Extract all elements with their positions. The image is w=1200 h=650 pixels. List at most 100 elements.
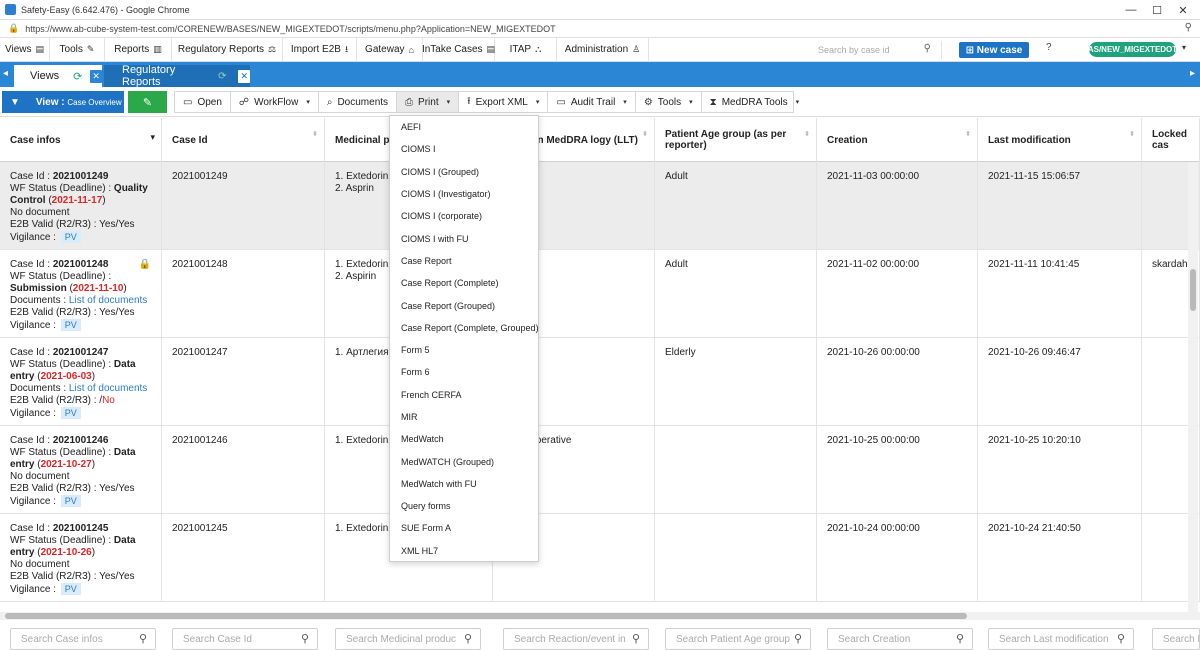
sort-desc-icon[interactable]: ▾ [150, 132, 155, 143]
table-row[interactable]: Case Id : 2021001249 WF Status (Deadline)… [0, 162, 1200, 250]
last-modification-cell[interactable]: 2021-11-15 15:06:57 [978, 162, 1142, 249]
search-icon[interactable]: ⚲ [1117, 632, 1125, 645]
sort-icon[interactable]: ⬍ [312, 130, 318, 138]
url-text[interactable]: https://www.ab-cube-system-test.com/CORE… [25, 24, 555, 34]
search-icon[interactable]: ⚲ [464, 632, 472, 645]
column-search-input[interactable]: Search Case Id ⚲ [172, 628, 318, 650]
case-id-cell[interactable]: 2021001247 [162, 338, 325, 425]
menu-regulatory-reports[interactable]: Regulatory Reports ⚖ [172, 37, 283, 62]
column-header[interactable]: Case infos ▾ [0, 118, 162, 162]
vertical-scroll-thumb[interactable] [1190, 269, 1196, 311]
workflow-button[interactable]: ☍ WorkFlow ▾ [231, 92, 319, 112]
print-menu-item-mir[interactable]: MIR [390, 406, 538, 428]
chevron-down-icon[interactable]: ▾ [1182, 43, 1186, 52]
print-menu-item-query-forms[interactable]: Query forms [390, 495, 538, 517]
column-header[interactable]: Case Id ⬍ [162, 118, 325, 162]
print-menu-item-form-5[interactable]: Form 5 [390, 339, 538, 361]
age-group-cell[interactable] [655, 426, 817, 513]
creation-cell[interactable]: 2021-11-02 00:00:00 [817, 250, 978, 337]
horizontal-scroll-thumb[interactable] [5, 613, 967, 619]
print-menu-item-cioms-i-with-fu[interactable]: CIOMS I with FU [390, 227, 538, 249]
print-menu-item-xml-hl7[interactable]: XML HL7 [390, 540, 538, 562]
menu-import-e2b[interactable]: Import E2B ⭳ [283, 37, 357, 62]
case-id-cell[interactable]: 2021001246 [162, 426, 325, 513]
column-header[interactable]: Last modification ⬍ [978, 118, 1142, 162]
print-menu-item-case-report-grouped[interactable]: Case Report (Grouped) [390, 294, 538, 316]
menu-gateway[interactable]: Gateway ⌂ [357, 37, 423, 62]
new-case-button[interactable]: ⊞ New case [959, 42, 1029, 58]
print-menu-item-cioms-i[interactable]: CIOMS I [390, 138, 538, 160]
print-button[interactable]: ⎙ Print ▾ [397, 92, 460, 112]
column-search-input[interactable]: Search Medicinal produc ⚲ [335, 628, 481, 650]
print-menu-item-medwatch-grouped[interactable]: MedWATCH (Grouped) [390, 450, 538, 472]
tab-scroll-left-icon[interactable]: ◂ [3, 68, 8, 79]
case-id-cell[interactable]: 2021001245 [162, 514, 325, 601]
column-search-input[interactable]: Search Case infos ⚲ [10, 628, 156, 650]
print-menu-item-aefi[interactable]: AEFI [390, 116, 538, 138]
case-infos-cell[interactable]: Case Id : 2021001248 WF Status (Deadline)… [0, 250, 162, 337]
sort-icon[interactable]: ⬍ [804, 130, 810, 138]
horizontal-scrollbar[interactable] [0, 612, 1200, 620]
sort-icon[interactable]: ⬍ [642, 130, 648, 138]
case-infos-cell[interactable]: Case Id : 2021001247 WF Status (Deadline)… [0, 338, 162, 425]
refresh-icon[interactable]: ⟳ [73, 70, 82, 83]
tools-button[interactable]: ⚙ Tools ▾ [636, 92, 702, 112]
sort-icon[interactable]: ⬍ [1129, 130, 1135, 138]
help-icon[interactable]: ? [1046, 42, 1052, 53]
print-menu-item-cioms-i-grouped[interactable]: CIOMS I (Grouped) [390, 161, 538, 183]
case-infos-cell[interactable]: Case Id : 2021001246 WF Status (Deadline)… [0, 426, 162, 513]
vertical-scrollbar[interactable] [1188, 162, 1198, 612]
sort-icon[interactable]: ⬍ [965, 130, 971, 138]
case-id-cell[interactable]: 2021001249 [162, 162, 325, 249]
last-modification-cell[interactable]: 2021-10-25 10:20:10 [978, 426, 1142, 513]
tab-scroll-right-icon[interactable]: ▸ [1190, 68, 1195, 79]
print-menu-item-cioms-i-corporate[interactable]: CIOMS I (corporate) [390, 205, 538, 227]
search-case-id-input[interactable]: Search by case id ⚲ [812, 41, 942, 59]
table-row[interactable]: Case Id : 2021001247 WF Status (Deadline)… [0, 338, 1200, 426]
menu-views[interactable]: Views ▤ [0, 37, 50, 62]
search-icon[interactable]: ⚲ [632, 632, 640, 645]
creation-cell[interactable]: 2021-10-25 00:00:00 [817, 426, 978, 513]
search-icon[interactable]: ⚲ [956, 632, 964, 645]
print-menu-item-sue-form-a[interactable]: SUE Form A [390, 517, 538, 539]
search-icon[interactable]: ⚲ [139, 632, 147, 645]
open-button[interactable]: ▭ Open [175, 92, 231, 112]
column-header[interactable]: Patient Age group (as per reporter) ⬍ [655, 118, 817, 162]
list-of-documents-link[interactable]: List of documents [69, 295, 147, 306]
menu-intake-cases[interactable]: InTake Cases ▤ [422, 37, 495, 62]
column-search-input[interactable]: Search Patient Age group ⚲ [665, 628, 811, 650]
print-menu-item-case-report-complete-grouped[interactable]: Case Report (Complete, Grouped) [390, 317, 539, 339]
last-modification-cell[interactable]: 2021-10-26 09:46:47 [978, 338, 1142, 425]
search-icon[interactable]: ⚲ [301, 632, 309, 645]
list-of-documents-link[interactable]: List of documents [69, 383, 147, 394]
print-menu-item-case-report[interactable]: Case Report [390, 250, 538, 272]
table-row[interactable]: Case Id : 2021001248 WF Status (Deadline)… [0, 250, 1200, 338]
meddra-tools-button[interactable]: ⧗ MedDRA Tools ▾ [702, 92, 808, 112]
print-menu-item-french-cerfa[interactable]: French CERFA [390, 384, 538, 406]
close-icon[interactable]: ✕ [90, 69, 102, 83]
age-group-cell[interactable]: Adult [655, 162, 817, 249]
print-menu-item-medwatch[interactable]: MedWatch [390, 428, 538, 450]
age-group-cell[interactable] [655, 514, 817, 601]
column-search-input[interactable]: Search L [1152, 628, 1200, 650]
print-menu-item-case-report-complete[interactable]: Case Report (Complete) [390, 272, 538, 294]
close-icon[interactable]: ✕ [238, 69, 250, 83]
zoom-icon[interactable]: ⚲ [1185, 22, 1192, 33]
creation-cell[interactable]: 2021-11-03 00:00:00 [817, 162, 978, 249]
column-search-input[interactable]: Search Last modification ⚲ [988, 628, 1134, 650]
age-group-cell[interactable]: Elderly [655, 338, 817, 425]
menu-tools[interactable]: Tools ✎ [50, 37, 105, 62]
menu-itap[interactable]: ITAP ⛬ [495, 37, 557, 62]
print-menu-item-cioms-i-investigator[interactable]: CIOMS I (Investigator) [390, 183, 538, 205]
search-icon[interactable]: ⚲ [924, 43, 931, 54]
case-infos-cell[interactable]: Case Id : 2021001245 WF Status (Deadline)… [0, 514, 162, 601]
refresh-icon[interactable]: ⟳ [218, 71, 226, 82]
audit-trail-button[interactable]: ▭ Audit Trail ▾ [548, 92, 636, 112]
close-window-button[interactable]: ✕ [1166, 0, 1200, 20]
edit-view-button[interactable]: ✎ [128, 91, 167, 113]
column-header[interactable]: Creation ⬍ [817, 118, 978, 162]
creation-cell[interactable]: 2021-10-26 00:00:00 [817, 338, 978, 425]
user-badge[interactable]: AS/NEW_MIGEXTEDOT [1088, 42, 1177, 57]
documents-button[interactable]: ⌕ Documents [319, 92, 398, 112]
menu-administration[interactable]: Administration ♙ [557, 37, 649, 62]
